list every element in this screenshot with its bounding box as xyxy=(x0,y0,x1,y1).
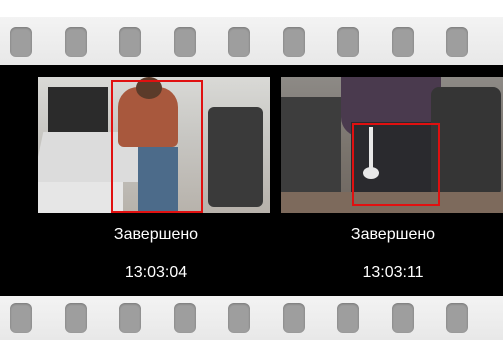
thumbnail-time-1: 13:03:04 xyxy=(124,264,188,281)
film-perforation xyxy=(64,27,87,57)
film-perforation xyxy=(391,303,414,333)
film-perforation xyxy=(337,27,359,57)
film-perforation xyxy=(282,303,305,333)
film-perforation xyxy=(446,27,468,57)
thumbnail-status-2: Завершено xyxy=(350,226,436,243)
film-perforation xyxy=(10,303,32,333)
monitor xyxy=(48,87,108,132)
chair-back xyxy=(281,97,341,207)
film-perforation xyxy=(173,303,196,333)
film-perforation xyxy=(282,27,305,57)
film-perforation xyxy=(391,27,414,57)
film-perforation xyxy=(119,303,141,333)
film-perforation xyxy=(228,27,250,57)
thumbnail-time-2: 13:03:11 xyxy=(362,264,424,281)
video-filmstrip: Завершено 13:03:04 Завершено 13:03:11 xyxy=(0,0,503,340)
film-perforation xyxy=(64,303,87,333)
detection-box xyxy=(111,80,203,213)
thumbnail-frame-2[interactable] xyxy=(281,77,503,213)
film-perforation xyxy=(446,303,468,333)
film-perforation xyxy=(337,303,359,333)
office-chair xyxy=(431,87,501,197)
film-perforation xyxy=(119,27,141,57)
thumbnail-status-1: Завершено xyxy=(113,226,199,243)
film-perforation xyxy=(228,303,250,333)
film-perforation xyxy=(10,27,32,57)
office-chair xyxy=(208,107,263,207)
film-perforation xyxy=(173,27,196,57)
detection-box xyxy=(352,123,440,206)
thumbnail-frame-1[interactable] xyxy=(38,77,270,213)
